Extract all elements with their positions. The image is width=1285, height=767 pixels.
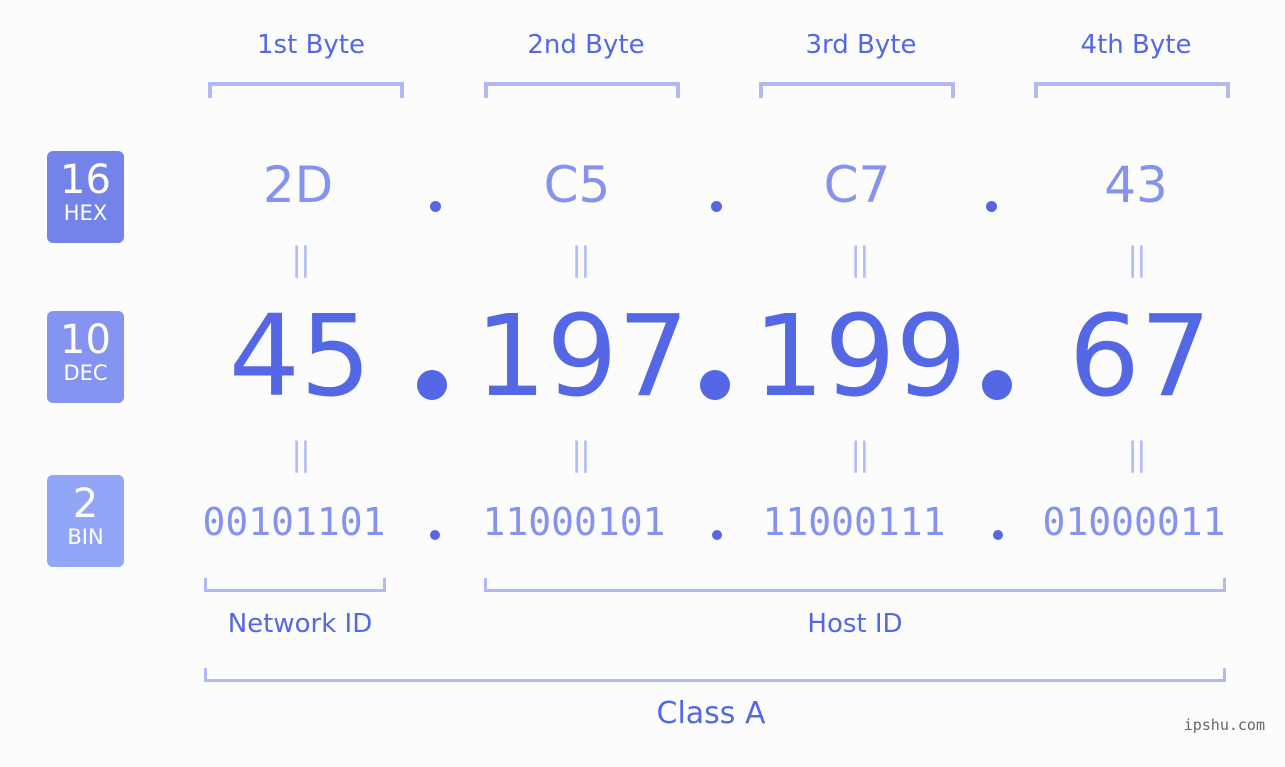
dec-label: DEC	[63, 361, 108, 385]
dec-separator-dot	[700, 370, 730, 400]
byte-header-1: 1st Byte	[257, 30, 365, 60]
equals-icon: ||	[291, 435, 311, 473]
hex-base: 16	[60, 157, 111, 203]
network-id-label: Network ID	[227, 609, 373, 639]
dec-badge: 10 DEC	[47, 311, 124, 403]
dec-separator-dot	[417, 370, 447, 400]
hex-separator-dot	[430, 201, 441, 212]
hex-byte-3: C7	[823, 156, 891, 214]
byte-header-4: 4th Byte	[1080, 30, 1192, 60]
watermark: ipshu.com	[1183, 716, 1265, 734]
hex-byte-2: C5	[543, 156, 611, 214]
hex-separator-dot	[986, 201, 997, 212]
equals-icon: ||	[1127, 435, 1147, 473]
bin-byte-3: 11000111	[762, 500, 946, 544]
hex-byte-4: 43	[1104, 156, 1168, 214]
dec-byte-1: 45	[228, 292, 372, 422]
dec-byte-3: 199	[753, 292, 967, 422]
equals-icon: ||	[571, 240, 591, 278]
hex-byte-1: 2D	[262, 156, 334, 214]
byte-bracket-3	[759, 82, 955, 98]
class-label: Class A	[656, 696, 766, 731]
byte-bracket-1	[208, 82, 404, 98]
hex-separator-dot	[711, 201, 722, 212]
bin-byte-4: 01000011	[1042, 500, 1226, 544]
bin-separator-dot	[993, 530, 1003, 540]
class-bracket	[204, 668, 1226, 682]
byte-bracket-4	[1034, 82, 1230, 98]
equals-icon: ||	[1127, 240, 1147, 278]
dec-byte-4: 67	[1068, 292, 1212, 422]
bin-badge: 2 BIN	[47, 475, 124, 567]
bin-base: 2	[72, 481, 99, 527]
host-id-label: Host ID	[807, 609, 903, 639]
network-id-bracket	[204, 578, 386, 592]
bin-separator-dot	[430, 530, 440, 540]
equals-icon: ||	[850, 240, 870, 278]
bin-byte-1: 00101101	[202, 500, 386, 544]
hex-label: HEX	[63, 201, 108, 225]
bin-byte-2: 11000101	[482, 500, 666, 544]
equals-icon: ||	[571, 435, 591, 473]
byte-header-2: 2nd Byte	[527, 30, 645, 60]
bin-separator-dot	[712, 530, 722, 540]
dec-byte-2: 197	[475, 292, 689, 422]
equals-icon: ||	[291, 240, 311, 278]
byte-header-3: 3rd Byte	[805, 30, 917, 60]
byte-bracket-2	[484, 82, 680, 98]
bin-label: BIN	[67, 525, 104, 549]
hex-badge: 16 HEX	[47, 151, 124, 243]
host-id-bracket	[484, 578, 1226, 592]
equals-icon: ||	[850, 435, 870, 473]
dec-separator-dot	[982, 370, 1012, 400]
dec-base: 10	[60, 317, 111, 363]
